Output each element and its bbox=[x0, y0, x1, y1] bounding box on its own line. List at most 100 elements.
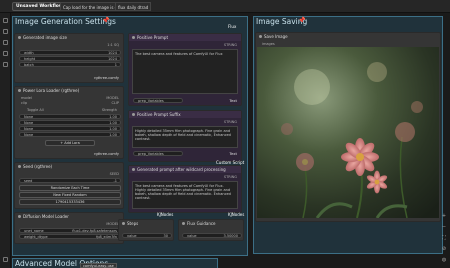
weight-value: fp8_e4m3fn bbox=[96, 235, 117, 239]
node-title: Flux Guidance bbox=[179, 220, 243, 227]
lora-strength: 1.00 bbox=[109, 115, 117, 119]
model-library-icon[interactable] bbox=[3, 40, 8, 45]
node-positive-prompt-suffix[interactable]: Positive Prompt Suffix STRING Highly det… bbox=[128, 110, 242, 162]
positive-prompt-textarea[interactable]: The best camera and features of ComfyUI … bbox=[132, 49, 238, 94]
batch-label: batch bbox=[24, 63, 34, 67]
node-title: Save Image bbox=[256, 33, 440, 40]
settings-icon[interactable] bbox=[3, 257, 8, 262]
generated-image-preview[interactable] bbox=[257, 47, 439, 218]
node-diffusion-model-loader[interactable]: Diffusion Model Loader MODEL unet_name fl… bbox=[14, 212, 124, 244]
zoom-out-icon[interactable]: − bbox=[441, 224, 447, 230]
lora-strength: 1.00 bbox=[109, 121, 117, 125]
weight-label: weight_dtype bbox=[24, 235, 48, 239]
clip-input[interactable]: clip bbox=[21, 101, 27, 105]
node-title: Diffusion Model Loader bbox=[15, 213, 123, 220]
lora-row[interactable]: None 1.00 bbox=[19, 132, 121, 137]
width-widget[interactable]: width 1024 bbox=[19, 50, 121, 55]
model-input[interactable]: model bbox=[21, 96, 32, 100]
lora-name: None bbox=[24, 133, 34, 137]
node-library-icon[interactable] bbox=[3, 29, 8, 34]
guidance-label: value bbox=[187, 234, 197, 238]
node-title: Positive Prompt Suffix bbox=[129, 111, 241, 118]
steps-widget[interactable]: value 30 bbox=[122, 233, 172, 238]
width-value: 1024 bbox=[108, 51, 117, 55]
node-title: Generated image size bbox=[15, 34, 123, 41]
unet-label: unet_name bbox=[24, 229, 44, 233]
kjnodes-label: KJNodes bbox=[157, 212, 174, 217]
batch-value: 1 bbox=[114, 63, 117, 67]
node-footer: rgthree-comfy bbox=[94, 152, 119, 156]
seed-output[interactable]: SEED bbox=[110, 172, 119, 176]
node-title: Steps bbox=[119, 220, 173, 227]
group-title[interactable]: Image Saving bbox=[254, 17, 442, 26]
top-bar: Unsaved Workflow Cap load for the image … bbox=[0, 0, 450, 13]
toggle-all[interactable]: Toggle All bbox=[27, 108, 44, 112]
guidance-value: 3.50000 bbox=[223, 234, 238, 238]
node-title: Generated prompt after wildcard processi… bbox=[129, 166, 241, 173]
height-widget[interactable]: height 1024 bbox=[19, 56, 121, 61]
workflow-tab[interactable]: Unsaved Workflow bbox=[12, 2, 68, 11]
prep-variables-widget[interactable]: prep_Variables bbox=[133, 151, 183, 156]
seed-value: -1 bbox=[113, 179, 118, 183]
unet-name-widget[interactable]: unet_name flux1-dev-fp8.safetensors bbox=[19, 228, 121, 233]
height-label: height bbox=[24, 57, 36, 61]
strength-header: Strength bbox=[101, 108, 117, 112]
string-output[interactable]: STRING bbox=[224, 43, 237, 47]
workflows-icon[interactable] bbox=[3, 51, 8, 56]
node-title: Seed (rgthree) bbox=[15, 163, 123, 170]
node-seed[interactable]: Seed (rgthree) SEED seed -1 Randomize Eac… bbox=[14, 162, 124, 209]
lora-row[interactable]: None 1.00 bbox=[19, 114, 121, 119]
lora-strength: 1.00 bbox=[109, 127, 117, 131]
left-sidebar bbox=[0, 13, 11, 268]
text-output[interactable]: Text bbox=[229, 151, 237, 156]
preset-label: 1:1 SQ bbox=[107, 43, 119, 47]
last-seed-button[interactable]: 1790415333436 bbox=[19, 199, 121, 205]
node-flux-guidance[interactable]: Flux Guidance value 3.50000 bbox=[178, 219, 244, 241]
unet-value: flux1-dev-fp8.safetensors bbox=[72, 229, 117, 233]
lora-row[interactable]: None 1.00 bbox=[19, 126, 121, 131]
templates-icon[interactable] bbox=[3, 62, 8, 67]
randomize-button[interactable]: Randomize Each Time bbox=[19, 185, 121, 191]
group-title[interactable]: Image Generation Settings bbox=[13, 17, 247, 26]
zoom-in-icon[interactable]: + bbox=[441, 213, 447, 219]
node-steps[interactable]: Steps value 30 bbox=[118, 219, 174, 241]
link-visibility-icon[interactable]: ⊘ bbox=[441, 246, 447, 252]
suffix-textarea[interactable]: Highly detailed 35mm film photograph. Fi… bbox=[132, 126, 238, 148]
node-power-lora-loader[interactable]: Power Lora Loader (rgthree) model MODEL … bbox=[14, 86, 124, 159]
batch-widget[interactable]: batch 1 bbox=[19, 62, 121, 67]
pin-icon: 📌 bbox=[102, 17, 110, 24]
lora-name: None bbox=[24, 115, 34, 119]
guidance-widget[interactable]: value 3.50000 bbox=[182, 233, 242, 238]
lora-name: None bbox=[24, 121, 34, 125]
string-output[interactable]: STRING bbox=[224, 120, 237, 124]
string-output[interactable]: STRING bbox=[224, 175, 237, 179]
node-positive-prompt[interactable]: Positive Prompt STRING The best camera a… bbox=[128, 33, 242, 106]
add-lora-button[interactable]: + Add Lora bbox=[45, 140, 95, 146]
generated-prompt-textarea[interactable]: The best camera and features of ComfyUI … bbox=[132, 181, 238, 209]
lora-row[interactable]: None 1.00 bbox=[19, 120, 121, 125]
weight-dtype-widget[interactable]: weight_dtype fp8_e4m3fn bbox=[19, 234, 121, 239]
text-output[interactable]: Text bbox=[229, 98, 237, 103]
node-generated-prompt[interactable]: Generated prompt after wildcard processi… bbox=[128, 165, 242, 213]
fit-view-icon[interactable]: ⛶ bbox=[441, 235, 447, 241]
pin-icon: 📌 bbox=[298, 17, 306, 24]
queue-icon[interactable] bbox=[3, 18, 8, 23]
lora-name: None bbox=[24, 127, 34, 131]
prep-variables-widget[interactable]: prep_Variables bbox=[133, 98, 183, 103]
steps-label: value bbox=[127, 234, 137, 238]
node-title: Power Lora Loader (rgthree) bbox=[15, 87, 123, 94]
easy-use-tag: comfyui-easy-use bbox=[80, 263, 117, 268]
model-output[interactable]: MODEL bbox=[106, 96, 119, 100]
node-title: Positive Prompt bbox=[129, 34, 241, 41]
node-generated-image-size[interactable]: Generated image size 1:1 SQ width 1024 he… bbox=[14, 33, 124, 83]
node-footer: rgthree-comfy bbox=[94, 76, 119, 80]
clip-output[interactable]: CLIP bbox=[111, 101, 119, 105]
comfyui-canvas[interactable]: Unsaved Workflow Cap load for the image … bbox=[0, 0, 450, 268]
new-fixed-random-button[interactable]: New Fixed Random bbox=[19, 192, 121, 198]
images-input[interactable]: images bbox=[262, 42, 275, 46]
height-value: 1024 bbox=[108, 57, 117, 61]
seed-widget[interactable]: seed -1 bbox=[19, 178, 121, 183]
minimap-icon[interactable]: ◍ bbox=[441, 257, 447, 263]
kjnodes-label-right: KJNodes bbox=[228, 212, 245, 217]
lora-strength: 1.00 bbox=[109, 133, 117, 137]
